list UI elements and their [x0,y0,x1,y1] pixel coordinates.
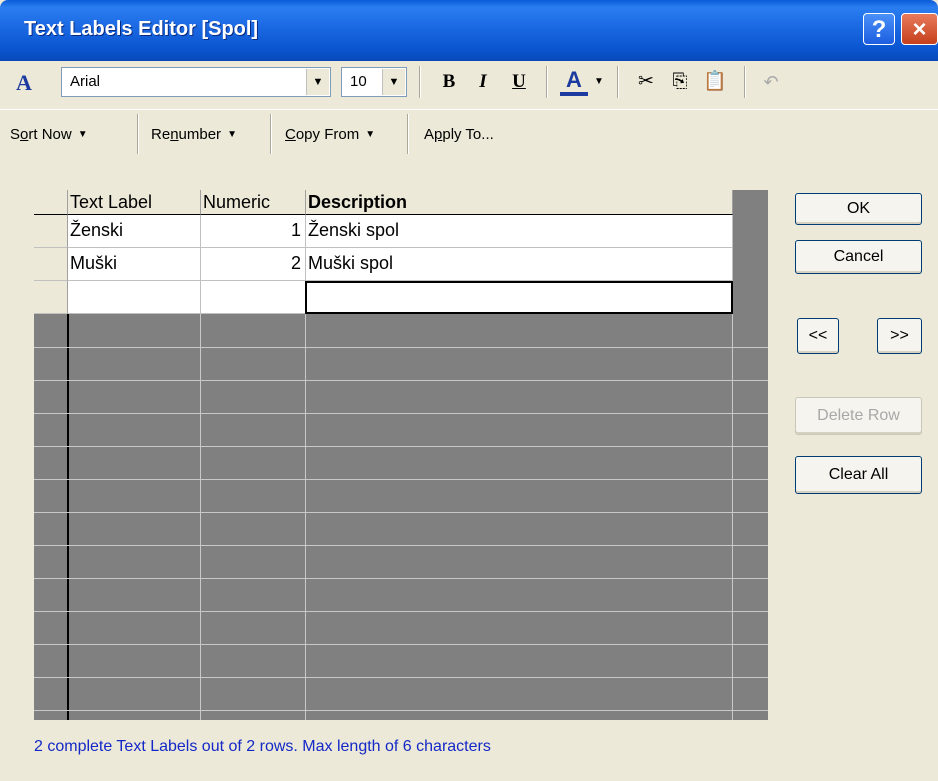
toolbar-separator [419,66,421,98]
cell-description[interactable]: Muški spol [306,248,733,281]
toolbar-separator [744,66,746,98]
copy-from-menu[interactable]: Copy From ▼ [285,122,375,148]
cell-numeric[interactable]: 2 [201,248,306,281]
grid-line [34,512,768,513]
chevron-down-icon[interactable]: ▼ [306,69,329,95]
paste-icon[interactable]: 📋 [700,68,730,96]
chevron-down-icon[interactable]: ▼ [592,68,606,96]
font-size-dropdown[interactable]: 10 ▼ [341,67,407,97]
grid-line [34,446,768,447]
cell-text-label[interactable]: Muški [68,248,201,281]
sort-now-menu[interactable]: Sort Now ▼ [10,122,88,148]
cell-text-label[interactable]: Ženski [68,215,201,248]
grid-line [34,347,768,348]
grid-line [34,578,768,579]
delete-row-button[interactable]: Delete Row [795,397,922,435]
active-cell-description[interactable] [305,281,733,314]
font-size-value: 10 [350,73,367,90]
cell-text-label[interactable] [68,281,201,314]
toolbar-separator [617,66,619,98]
italic-button[interactable]: I [470,68,496,96]
font-name-dropdown[interactable]: Arial ▼ [61,67,331,97]
grid-line [34,710,768,711]
status-text: 2 complete Text Labels out of 2 rows. Ma… [34,738,491,755]
grid-line [34,677,768,678]
grid-line [34,380,768,381]
font-name-value: Arial [70,73,101,90]
row-header[interactable] [34,215,68,248]
help-button[interactable]: ? [863,13,895,45]
chevron-down-icon: ▼ [365,129,376,140]
toolbar-separator [546,66,548,98]
column-header-text-label[interactable]: Text Label [68,190,201,215]
clear-all-button[interactable]: Clear All [795,456,922,494]
apply-to-button[interactable]: Apply To... [424,122,494,148]
ok-button[interactable]: OK [795,193,922,225]
labels-grid[interactable]: Text Label Numeric Description Ženski 1 … [34,190,768,720]
chevron-down-icon: ▼ [227,129,237,140]
grid-line [34,611,768,612]
cell-numeric[interactable] [201,281,306,314]
toolbar-separator [270,114,272,154]
cut-icon[interactable]: ✂ [632,68,660,96]
next-button[interactable]: >> [877,318,922,354]
undo-icon[interactable]: ↶ [758,68,784,96]
grid-line [34,479,768,480]
cell-numeric[interactable]: 1 [201,215,306,248]
row-header[interactable] [34,281,68,314]
bold-button[interactable]: B [436,68,462,96]
chevron-down-icon[interactable]: ▼ [382,69,405,95]
row-header[interactable] [34,248,68,281]
cell-description[interactable]: Ženski spol [306,215,733,248]
underline-button[interactable]: U [506,68,532,96]
grid-line [34,644,768,645]
grid-line [34,413,768,414]
close-button[interactable]: × [901,13,938,45]
renumber-menu[interactable]: Renumber ▼ [151,122,237,148]
column-header-description[interactable]: Description [306,190,733,215]
chevron-down-icon: ▼ [77,129,88,140]
cancel-button[interactable]: Cancel [795,240,922,274]
title-bar[interactable]: Text Labels Editor [Spol] ? × [0,0,938,61]
grid-line [34,545,768,546]
text-labels-editor-dialog: Text Labels Editor [Spol] ? × A Arial ▼ … [0,0,938,781]
copy-icon[interactable]: ⎘ [666,68,694,96]
corner-header[interactable] [34,190,68,215]
font-color-button[interactable]: A [560,68,588,96]
column-header-numeric[interactable]: Numeric [201,190,306,215]
window-title: Text Labels Editor [Spol] [24,18,259,40]
font-icon: A [16,70,32,95]
toolbar-separator [407,114,409,154]
previous-button[interactable]: << [797,318,839,354]
toolbar-separator [137,114,139,154]
